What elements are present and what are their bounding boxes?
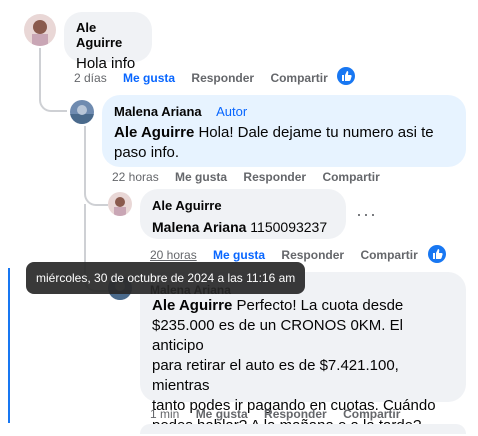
comment-author[interactable]: Ale Aguirre (76, 20, 140, 50)
comment-bubble: Ale Aguirre Hola info (64, 12, 152, 72)
more-options-icon[interactable]: ··· (356, 204, 377, 225)
share-button[interactable]: Compartir (322, 170, 379, 184)
like-button[interactable]: Me gusta (213, 248, 265, 262)
comment-timestamp[interactable]: 22 horas (112, 170, 159, 184)
comment-text: Hola! Dale dejame tu numero asi te (198, 124, 434, 141)
comment-bubble: Ale Aguirre Malena Ariana 1150093237 (140, 189, 346, 239)
comment-text: Perfecto! La cuota desde (236, 297, 404, 314)
share-button[interactable]: Compartir (270, 71, 327, 85)
avatar[interactable] (108, 192, 132, 216)
share-button[interactable]: Compartir (343, 407, 400, 421)
reply-button[interactable]: Responder (264, 407, 327, 421)
next-comment-bubble-edge (140, 424, 466, 434)
comment-author[interactable]: Malena Ariana (114, 104, 202, 119)
share-button[interactable]: Compartir (360, 248, 417, 262)
like-reaction-icon[interactable] (428, 245, 446, 263)
comment-author[interactable]: Ale Aguirre (152, 198, 222, 213)
comment-actions: 2 días Me gusta Responder Compartir (74, 71, 341, 85)
comment-actions: 20 horas Me gusta Responder Compartir (150, 248, 431, 262)
comment-timestamp[interactable]: 2 días (74, 71, 107, 85)
comment-actions: 22 horas Me gusta Responder Compartir (112, 170, 393, 184)
reply-button[interactable]: Responder (243, 170, 306, 184)
thread-line-main (39, 48, 67, 112)
timestamp-tooltip: miércoles, 30 de octubre de 2024 a las 1… (26, 262, 306, 294)
comment-bubble: Malena Ariana Autor Ale Aguirre Hola! Da… (102, 95, 466, 167)
comment-actions: 1 min Me gusta Responder Compartir (150, 407, 413, 421)
reply-button[interactable]: Responder (191, 71, 254, 85)
comment-timestamp[interactable]: 1 min (150, 407, 179, 421)
comment-text: 1150093237 (250, 219, 328, 235)
comment-text: $235.000 es de un CRONOS 0KM. El anticip… (152, 317, 403, 354)
avatar[interactable] (24, 14, 56, 46)
avatar[interactable] (70, 100, 94, 124)
author-badge: Autor (216, 104, 248, 119)
active-indicator-bar (8, 268, 10, 423)
like-button[interactable]: Me gusta (123, 71, 175, 85)
like-button[interactable]: Me gusta (175, 170, 227, 184)
like-reaction-icon[interactable] (337, 67, 355, 85)
comment-text: paso info. (114, 144, 180, 161)
comment-timestamp[interactable]: 20 horas (150, 248, 197, 262)
comment-text: para retirar el auto es de $7.421.100, m… (152, 357, 399, 394)
like-button[interactable]: Me gusta (196, 407, 248, 421)
mention-link[interactable]: Malena Ariana (152, 219, 246, 235)
reply-button[interactable]: Responder (281, 248, 344, 262)
mention-link[interactable]: Ale Aguirre (152, 297, 232, 314)
mention-link[interactable]: Ale Aguirre (114, 124, 194, 141)
